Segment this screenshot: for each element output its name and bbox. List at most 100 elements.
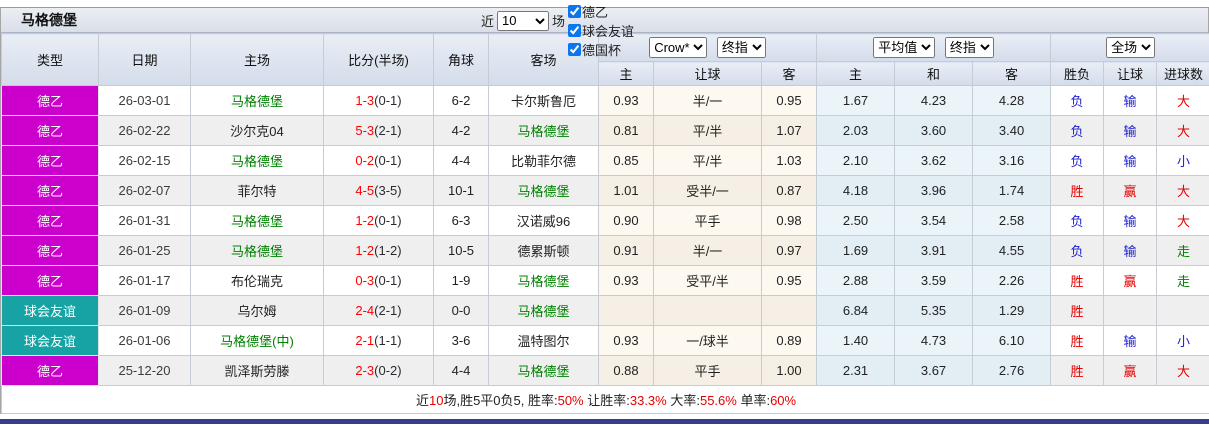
filter-checkbox-1[interactable]: 德乙	[568, 2, 634, 21]
corner-cell: 0-0	[433, 295, 489, 326]
subcol-goals: 进球数	[1156, 61, 1209, 86]
handicap-result-cell: 赢	[1103, 175, 1158, 206]
bottom-bar	[0, 419, 1209, 424]
crow-handicap: 一/球半	[653, 325, 762, 356]
stats-part: 让胜率:	[583, 393, 630, 408]
handicap-result-cell	[1103, 295, 1158, 326]
bookmaker-select[interactable]: Crow*	[649, 37, 708, 58]
stats-part: 55.6%	[699, 393, 737, 408]
crow-handicap	[653, 295, 762, 326]
match-row: 德乙 26-02-22 沙尔克04 5-3(2-1) 4-2 马格德堡 0.81 平/半 1.0…	[1, 115, 1209, 146]
stats-part: 场,胜5平0负5, 胜率:	[443, 393, 558, 408]
crow-away-odds: 0.95	[760, 85, 818, 116]
odds-stage-select[interactable]: 终指	[716, 37, 766, 58]
checkbox-德乙[interactable]	[568, 4, 582, 18]
score-cell: 4-5(3-5)	[323, 175, 434, 206]
goals-result-cell: 大	[1156, 85, 1209, 116]
match-row: 德乙 26-01-31 马格德堡 1-2(0-1) 6-3 汉诺威96 0.90 平手 0.98…	[1, 205, 1209, 236]
avg-home-odds: 4.18	[816, 175, 896, 206]
filter-checkbox-2[interactable]: 球会友谊	[568, 21, 634, 40]
stats-part: 33.3%	[629, 393, 667, 408]
avg-home-odds: 1.40	[816, 325, 896, 356]
filter-checkbox-3[interactable]: 德国杯	[568, 40, 634, 59]
goals-result-cell	[1156, 295, 1209, 326]
type-cell: 德乙	[1, 235, 99, 266]
match-row: 德乙 26-03-01 马格德堡 1-3(0-1) 6-2 卡尔斯鲁厄 0.93 半/一 0.9…	[1, 85, 1209, 116]
away-team-cell: 马格德堡	[488, 115, 599, 146]
corner-cell: 4-4	[433, 145, 489, 176]
col-header-date: 日期	[98, 33, 191, 86]
subcol-handicap-result: 让球	[1103, 61, 1158, 86]
corner-cell: 6-2	[433, 85, 489, 116]
avg-stage-select[interactable]: 终指	[944, 37, 994, 58]
away-team-cell: 马格德堡	[488, 355, 599, 386]
type-cell: 德乙	[1, 115, 99, 146]
home-team-cell: 凯泽斯劳滕	[190, 355, 324, 386]
avg-away-odds: 3.16	[972, 145, 1052, 176]
corner-cell: 4-2	[433, 115, 489, 146]
avg-away-odds: 1.29	[972, 295, 1052, 326]
crow-away-odds: 0.89	[760, 325, 818, 356]
match-table: 类型 日期 主场 比分(半场) 角球 客场 Crow* 终指 平均值 终指 全场	[0, 33, 1209, 414]
crow-handicap: 平手	[653, 205, 762, 236]
score-cell: 1-2(1-2)	[323, 235, 434, 266]
crow-away-odds: 0.97	[760, 235, 818, 266]
result-cell: 负	[1050, 115, 1105, 146]
date-cell: 26-03-01	[98, 85, 191, 116]
away-team-cell: 马格德堡	[488, 295, 599, 326]
home-team-cell: 马格德堡	[190, 235, 324, 266]
stats-part: 50%	[557, 393, 584, 408]
result-cell: 胜	[1050, 175, 1105, 206]
avg-away-odds: 2.26	[972, 265, 1052, 296]
avg-home-odds: 1.67	[816, 85, 896, 116]
avg-away-odds: 3.40	[972, 115, 1052, 146]
checkbox-德国杯[interactable]	[568, 42, 582, 56]
fulltime-select[interactable]: 全场	[1106, 37, 1156, 58]
recent-games-select[interactable]: 10	[497, 10, 550, 31]
avg-home-odds: 6.84	[816, 295, 896, 326]
type-cell: 德乙	[1, 265, 99, 296]
avg-draw-odds: 3.91	[894, 235, 974, 266]
subcol-odds-away: 客	[760, 61, 818, 86]
date-cell: 26-02-22	[98, 115, 191, 146]
crow-handicap: 平手	[653, 355, 762, 386]
crow-handicap: 受半/一	[653, 175, 762, 206]
avg-home-odds: 2.50	[816, 205, 896, 236]
home-team-cell: 菲尔特	[190, 175, 324, 206]
avg-home-odds: 2.88	[816, 265, 896, 296]
subcol-result: 胜负	[1050, 61, 1105, 86]
col-header-type: 类型	[1, 33, 99, 86]
team-title: 马格德堡	[21, 12, 77, 28]
score-cell: 2-4(2-1)	[323, 295, 434, 326]
avg-home-odds: 2.03	[816, 115, 896, 146]
crow-handicap: 平/半	[653, 115, 762, 146]
crow-home-odds	[598, 295, 654, 326]
home-team-cell: 乌尔姆	[190, 295, 324, 326]
goals-result-cell: 大	[1156, 205, 1209, 236]
score-cell: 1-3(0-1)	[323, 85, 434, 116]
stats-part: 大率:	[666, 393, 700, 408]
crow-home-odds: 0.90	[598, 205, 654, 236]
result-cell: 负	[1050, 85, 1105, 116]
crow-away-odds: 1.07	[760, 115, 818, 146]
crow-home-odds: 0.93	[598, 265, 654, 296]
type-cell: 德乙	[1, 355, 99, 386]
average-select[interactable]: 平均值	[873, 37, 936, 58]
avg-draw-odds: 3.96	[894, 175, 974, 206]
type-cell: 球会友谊	[1, 325, 99, 356]
result-cell: 胜	[1050, 265, 1105, 296]
home-team-cell: 布伦瑞克	[190, 265, 324, 296]
corner-cell: 1-9	[433, 265, 489, 296]
type-cell: 球会友谊	[1, 295, 99, 326]
avg-draw-odds: 3.60	[894, 115, 974, 146]
checkbox-球会友谊[interactable]	[568, 23, 582, 37]
stats-part: 10	[428, 393, 444, 408]
away-team-cell: 温特图尔	[488, 325, 599, 356]
away-team-cell: 汉诺威96	[488, 205, 599, 236]
crow-handicap: 半/一	[653, 85, 762, 116]
home-team-cell: 马格德堡	[190, 85, 324, 116]
match-row: 德乙 25-12-20 凯泽斯劳滕 2-3(0-2) 4-4 马格德堡 0.88 平手 1.00…	[1, 355, 1209, 386]
crow-home-odds: 0.91	[598, 235, 654, 266]
handicap-result-cell: 输	[1103, 115, 1158, 146]
away-team-cell: 比勒菲尔德	[488, 145, 599, 176]
